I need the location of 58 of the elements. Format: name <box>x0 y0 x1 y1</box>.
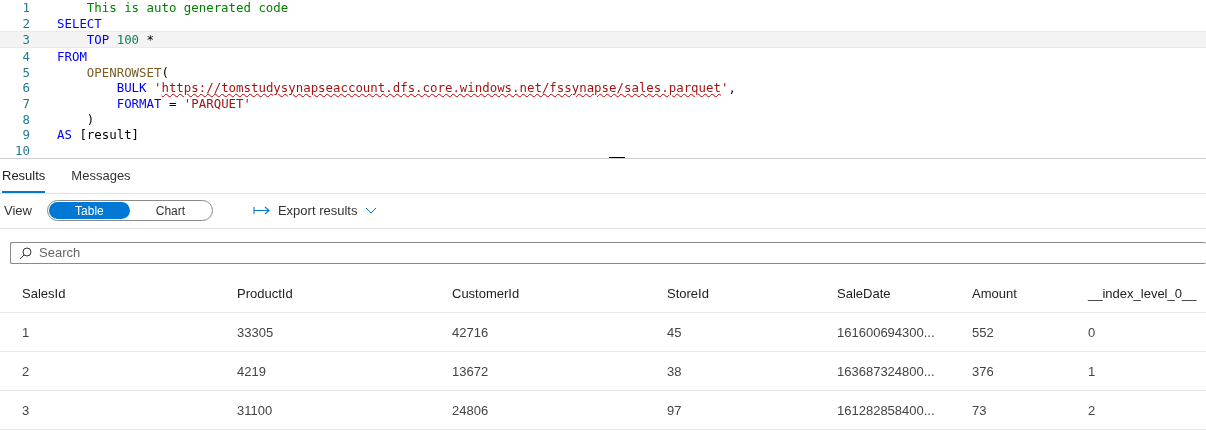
table-cell: 24806 <box>430 390 645 430</box>
code-text: ) <box>85 111 95 127</box>
resize-handle[interactable] <box>609 157 625 159</box>
code-text: FROM <box>57 48 87 64</box>
column-header[interactable]: StoreId <box>645 274 815 313</box>
code-text: This is auto generated code <box>85 0 289 16</box>
line-number: 3 <box>21 32 30 48</box>
line-number: 7 <box>21 95 30 111</box>
line-number: 4 <box>21 48 30 64</box>
table-cell: 552 <box>950 312 1066 352</box>
table-cell: 0 <box>1066 312 1206 352</box>
export-arrow-icon <box>252 206 270 216</box>
column-header[interactable]: SaleDate <box>815 274 950 313</box>
code-text: BULK 'https://tomstudysynapseaccount.dfs.core.windows.net/fssynapse/sales.parquet', <box>115 80 736 96</box>
table-cell: 38 <box>645 351 815 391</box>
code-text: OPENROWSET( <box>85 64 169 80</box>
view-label: View <box>4 203 32 219</box>
view-option[interactable]: Table <box>48 202 130 220</box>
code-editor[interactable]: 1 This is auto generated code 2 SELECT 3 TOP 100 * 4 FROM 5 OPENROWSET( 6 BULK 'https://tomstudysynapseaccount.dfs.core.windows.net/fssynapse/sales.parquet', 7 FORMAT = 'PARQUET' 8 ) 9 AS [result] 10 <box>0 0 1206 160</box>
search-field[interactable]: Search <box>10 241 1206 264</box>
column-header[interactable]: CustomerId <box>430 274 645 313</box>
line-number: 8 <box>21 111 30 127</box>
table-cell: 1 <box>1066 351 1206 391</box>
line-number: 5 <box>21 64 30 80</box>
tab[interactable]: Messages <box>71 159 131 193</box>
code-text: TOP 100 * <box>85 32 154 48</box>
table-cell: 13672 <box>430 351 645 391</box>
column-header[interactable]: Amount <box>950 274 1066 313</box>
tab[interactable]: Results <box>2 159 46 193</box>
table-cell: 3 <box>0 390 215 430</box>
table-cell: 376 <box>950 351 1066 391</box>
view-option[interactable]: Chart <box>129 202 211 220</box>
table-cell: 45 <box>645 312 815 352</box>
table-cell: 161600694300... <box>815 312 950 352</box>
table-cell: 97 <box>645 390 815 430</box>
line-number: 2 <box>21 16 30 32</box>
export-button[interactable]: Export results <box>252 203 378 219</box>
code-text: AS [result] <box>57 127 140 143</box>
table-cell: 33305 <box>215 312 430 352</box>
column-header[interactable]: __index_level_0__ <box>1066 274 1206 313</box>
table-cell: 4219 <box>215 351 430 391</box>
line-number: 1 <box>21 0 30 16</box>
line-number: 9 <box>21 127 30 143</box>
column-header[interactable]: SalesId <box>0 274 215 313</box>
table-cell: 1 <box>0 312 215 352</box>
table-cell: 2 <box>1066 390 1206 430</box>
column-header[interactable]: ProductId <box>215 274 430 313</box>
table-cell: 31100 <box>215 390 430 430</box>
line-number: 10 <box>14 143 30 159</box>
table-cell: 163687324800... <box>815 351 950 391</box>
chevron-down-icon <box>365 207 378 215</box>
table-cell: 2 <box>0 351 215 391</box>
code-text: FORMAT = 'PARQUET' <box>115 95 251 111</box>
table-cell: 42716 <box>430 312 645 352</box>
code-text: SELECT <box>57 16 102 32</box>
table-cell: 73 <box>950 390 1066 430</box>
line-number: 6 <box>21 80 30 96</box>
table-cell: 161282858400... <box>815 390 950 430</box>
